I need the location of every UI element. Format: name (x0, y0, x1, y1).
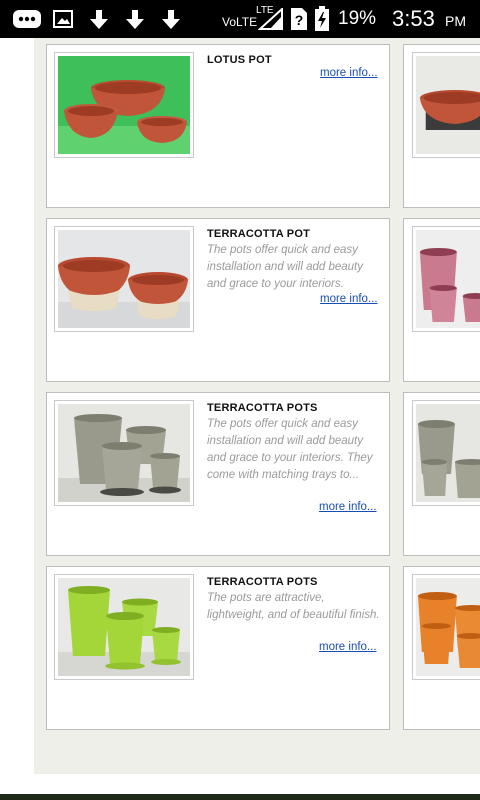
battery-percent: 19% (338, 8, 377, 29)
battery-charging-icon (315, 6, 329, 31)
more-info-link[interactable]: more info... (320, 67, 378, 79)
product-card[interactable] (403, 44, 480, 208)
product-title[interactable]: TERRACOTTA POT (207, 228, 310, 240)
product-title[interactable]: TERRACOTTA POTS (207, 402, 318, 414)
download-notification-icon (162, 10, 180, 29)
product-card[interactable]: LOTUS POT more info... (46, 44, 390, 208)
product-description: The pots offer quick and easy installati… (207, 418, 373, 481)
status-bar: VoLTE LTE ? 19% 3:53 PM (0, 0, 480, 38)
message-notification-icon (13, 10, 41, 28)
product-image[interactable] (412, 52, 480, 158)
product-card[interactable]: TERRACOTTA POTS The pots are attractive,… (46, 566, 390, 730)
volte-label: VoLTE (222, 15, 258, 29)
product-title[interactable]: TERRACOTTA POTS (207, 576, 318, 588)
product-image[interactable] (54, 574, 194, 680)
product-image[interactable] (412, 400, 480, 506)
product-description: The pots are attractive, lightweight, an… (207, 592, 380, 621)
product-image[interactable] (412, 226, 480, 332)
product-description: The pots offer quick and easy installati… (207, 244, 363, 290)
more-info-link[interactable]: more info... (320, 293, 378, 305)
product-image[interactable] (54, 226, 194, 332)
product-card[interactable] (403, 392, 480, 556)
image-notification-icon (53, 10, 73, 28)
signal-strength-icon (258, 8, 283, 30)
product-title[interactable]: LOTUS POT (207, 54, 272, 66)
product-image[interactable] (412, 574, 480, 680)
product-card[interactable] (403, 566, 480, 730)
bottom-navigation-edge (0, 794, 480, 800)
download-notification-icon (90, 10, 108, 29)
more-info-link[interactable]: more info... (319, 501, 377, 513)
sim-unknown-icon: ? (291, 8, 307, 30)
clock-time: 3:53 (392, 6, 435, 31)
product-image[interactable] (54, 52, 194, 158)
product-card[interactable]: TERRACOTTA POTS The pots offer quick and… (46, 392, 390, 556)
svg-text:?: ? (295, 12, 304, 28)
download-notification-icon (126, 10, 144, 29)
product-card[interactable]: TERRACOTTA POT The pots offer quick and … (46, 218, 390, 382)
product-card[interactable] (403, 218, 480, 382)
product-image[interactable] (54, 400, 194, 506)
clock-ampm: PM (445, 13, 466, 29)
more-info-link[interactable]: more info... (319, 641, 377, 653)
